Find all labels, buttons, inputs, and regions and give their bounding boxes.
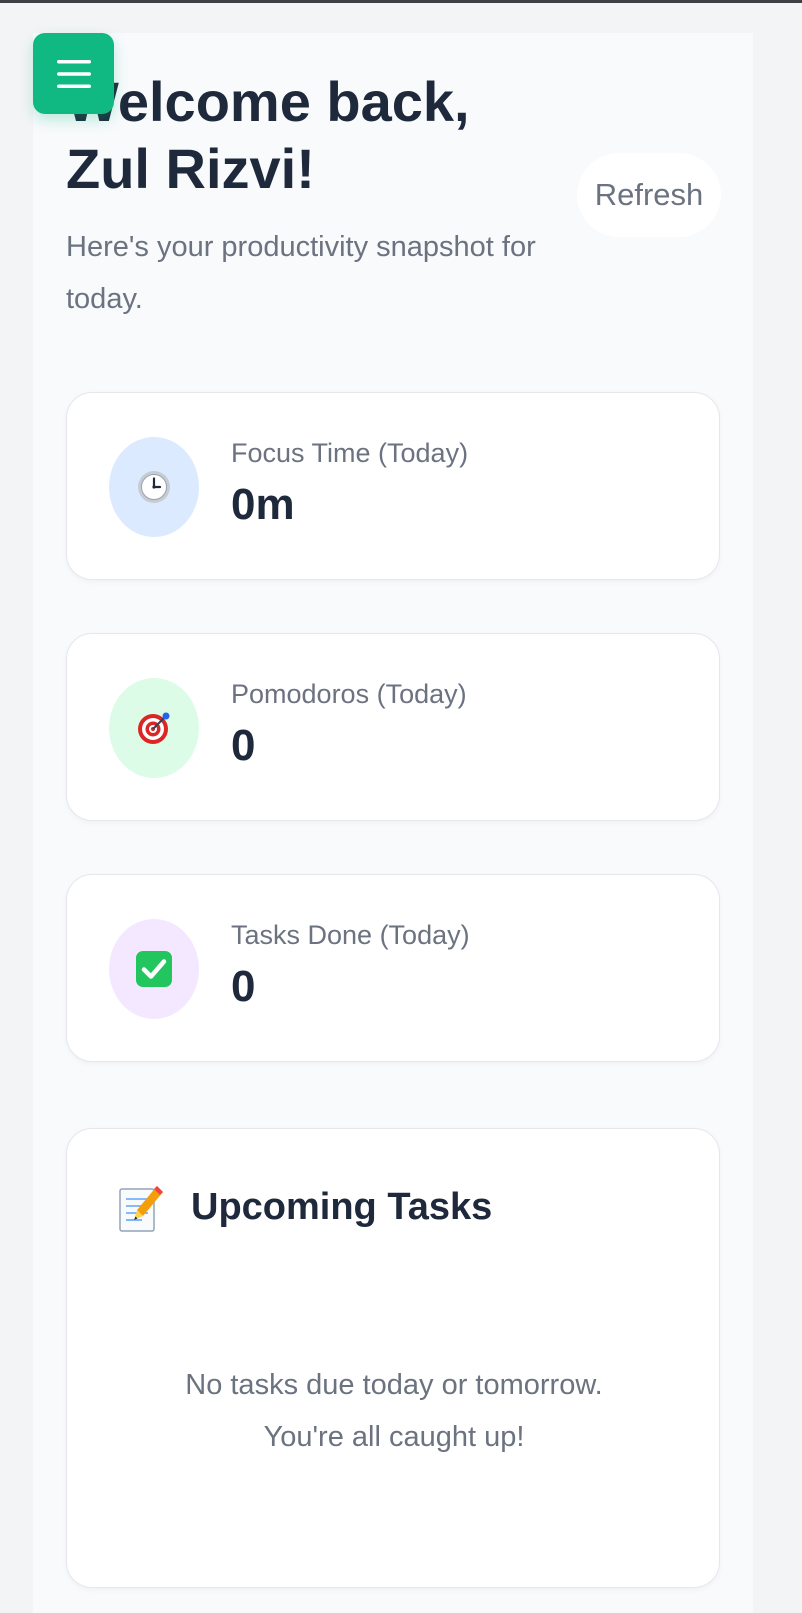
title-username: Zul Rizvi! [66, 137, 315, 200]
clock-icon [138, 471, 170, 503]
stat-icon-bg [109, 678, 199, 778]
upcoming-tasks-card: Upcoming Tasks No tasks due today or tom… [66, 1128, 720, 1588]
checkmark-icon [136, 951, 172, 987]
stat-label: Pomodoros (Today) [231, 679, 467, 709]
stat-icon-bg [109, 437, 199, 537]
refresh-button[interactable]: Refresh [577, 153, 721, 237]
stat-value: 0 [231, 721, 256, 770]
upcoming-tasks-title: Upcoming Tasks [191, 1186, 493, 1228]
menu-button[interactable] [33, 33, 114, 114]
stat-card-pomodoros: Pomodoros (Today) 0 [66, 633, 720, 821]
empty-state-line-1: No tasks due today or tomorrow. [185, 1369, 603, 1401]
target-icon [138, 712, 170, 744]
page-subtitle: Here's your productivity snapshot for to… [66, 231, 536, 315]
stat-value: 0 [231, 962, 256, 1011]
stat-card-tasks-done: Tasks Done (Today) 0 [66, 874, 720, 1062]
stat-label: Focus Time (Today) [231, 438, 469, 468]
title-greeting: Welcome back, [66, 70, 470, 133]
stat-value: 0m [231, 480, 295, 529]
stat-label: Tasks Done (Today) [231, 920, 470, 950]
hamburger-menu-icon [56, 59, 91, 88]
empty-state-message: No tasks due today or tomorrow. You're a… [67, 1359, 721, 1463]
page-title: Welcome back, Zul Rizvi! [66, 68, 566, 202]
empty-state-line-2: You're all caught up! [263, 1421, 525, 1453]
memo-icon [119, 1186, 163, 1232]
stat-card-focus-time: Focus Time (Today) 0m [66, 392, 720, 580]
stat-icon-bg [109, 919, 199, 1019]
top-border [0, 0, 802, 3]
